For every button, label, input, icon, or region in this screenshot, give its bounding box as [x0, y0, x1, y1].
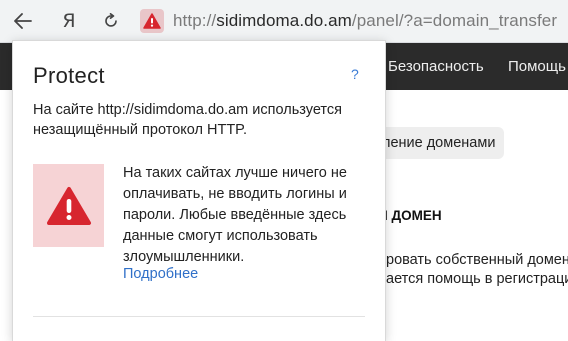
help-link[interactable]: ? [351, 66, 359, 82]
url-path: /panel/?a=domain_transfer [351, 11, 558, 30]
body-text-line: ается помощь в регистрации [386, 271, 568, 287]
arrow-left-icon [14, 13, 32, 29]
body-text-line: ровать собственный домен [386, 252, 568, 268]
url-host: sidimdoma.do.am [216, 11, 352, 30]
warning-triangle-icon [46, 186, 91, 225]
yandex-logo: Я [62, 10, 76, 32]
nav-item-security[interactable]: Безопасность [388, 58, 484, 75]
domain-management-button[interactable]: ление доменами [372, 127, 504, 159]
browser-toolbar: Я http://sidimdoma.do.am/panel/?a=domain… [0, 0, 568, 43]
protect-popup: Protect ? На сайте http://sidimdoma.do.a… [12, 40, 386, 341]
nav-item-help[interactable]: Помощь [508, 58, 566, 75]
back-button[interactable] [8, 6, 38, 36]
url-prefix: http:// [173, 11, 217, 30]
reload-icon [105, 13, 117, 27]
site-security-button[interactable] [140, 9, 164, 33]
section-heading: Й ДОМЕН [378, 208, 442, 223]
yandex-button[interactable]: Я [54, 6, 84, 36]
address-bar[interactable]: http://sidimdoma.do.am/panel/?a=domain_t… [138, 5, 568, 37]
url-text[interactable]: http://sidimdoma.do.am/panel/?a=domain_t… [173, 11, 557, 31]
security-advice-text: На таких сайтах лучше ничего не оплачива… [123, 165, 347, 265]
popup-title: Protect [33, 63, 105, 88]
insecure-protocol-message: На сайте http://sidimdoma.do.am использу… [33, 102, 342, 138]
more-info-link[interactable]: Подробнее [123, 266, 198, 282]
warning-triangle-icon [143, 13, 161, 29]
warning-panel [33, 164, 104, 247]
reload-button[interactable] [96, 6, 126, 36]
divider [33, 316, 365, 317]
